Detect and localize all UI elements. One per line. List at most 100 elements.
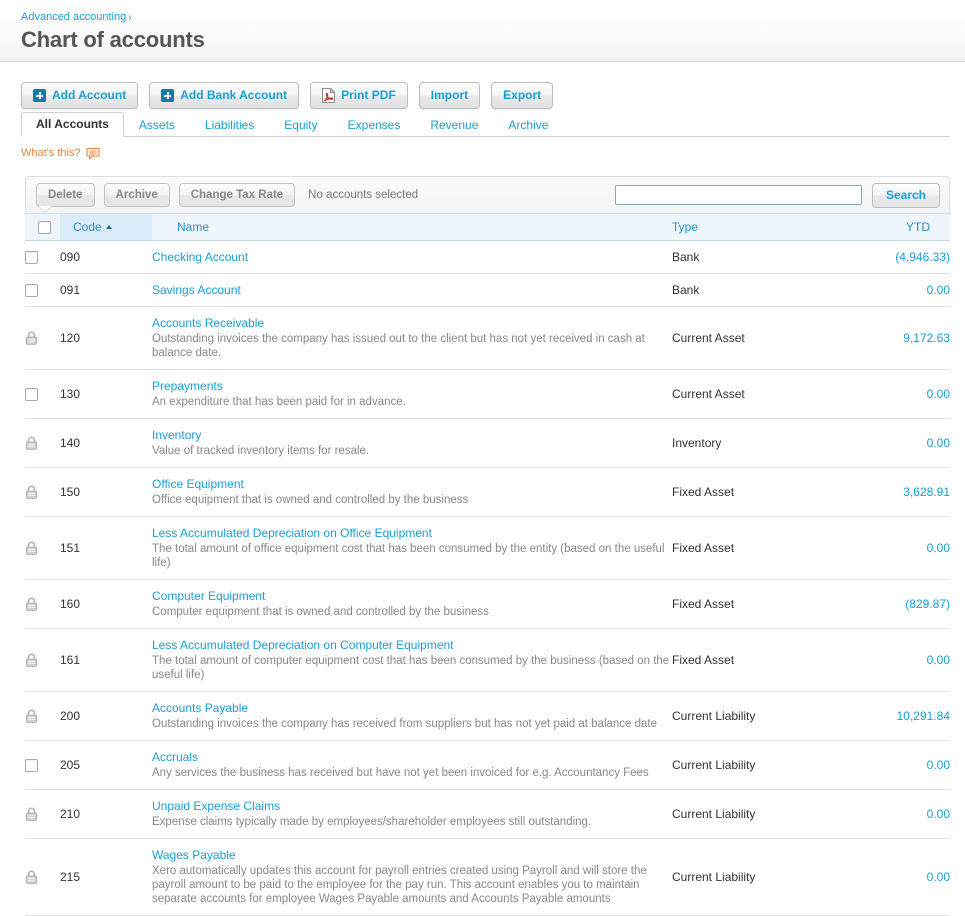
- cell-ytd[interactable]: 0.00: [832, 790, 950, 839]
- lock-icon: [25, 485, 60, 499]
- account-description: The total amount of computer equipment c…: [152, 654, 672, 682]
- print-pdf-button[interactable]: Print PDF: [310, 82, 408, 109]
- row-select-checkbox[interactable]: [25, 284, 38, 297]
- cell-ytd[interactable]: 0.00: [832, 629, 950, 692]
- cell-name: Accounts ReceivableOutstanding invoices …: [152, 307, 672, 370]
- column-header-code[interactable]: Code: [60, 214, 152, 241]
- column-header-ytd[interactable]: YTD: [832, 214, 950, 241]
- account-name-link[interactable]: Accounts Payable: [152, 701, 248, 715]
- cell-ytd[interactable]: 9,172.63: [832, 307, 950, 370]
- cell-ytd[interactable]: 0.00: [832, 741, 950, 790]
- lock-icon-svg: [25, 597, 38, 611]
- cell-ytd[interactable]: 0.00: [832, 419, 950, 468]
- account-description: Office equipment that is owned and contr…: [152, 493, 672, 507]
- table-row: 160Computer EquipmentComputer equipment …: [25, 580, 950, 629]
- lock-icon-svg: [25, 436, 38, 450]
- lock-icon-svg: [25, 331, 38, 345]
- sort-ascending-icon: [106, 225, 112, 229]
- cell-ytd[interactable]: 10,291.84: [832, 692, 950, 741]
- cell-code: 215: [60, 839, 152, 916]
- whats-this-link[interactable]: What's this?: [21, 146, 100, 160]
- page-title: Chart of accounts: [21, 26, 965, 54]
- add-bank-account-button[interactable]: Add Bank Account: [149, 82, 299, 109]
- account-name-link[interactable]: Less Accumulated Depreciation on Office …: [152, 526, 432, 540]
- tab-archive[interactable]: Archive: [493, 113, 563, 137]
- lock-icon: [25, 597, 60, 611]
- tab-expenses[interactable]: Expenses: [333, 113, 416, 137]
- account-name-link[interactable]: Accounts Receivable: [152, 316, 264, 330]
- search-button[interactable]: Search: [872, 183, 940, 208]
- print-pdf-label: Print PDF: [341, 88, 396, 103]
- sorted-column-marker-icon: [38, 206, 52, 213]
- cell-code: 205: [60, 741, 152, 790]
- cell-type: Bank: [672, 241, 832, 274]
- account-description: The total amount of office equipment cos…: [152, 542, 672, 570]
- cell-ytd[interactable]: 0.00: [832, 370, 950, 419]
- add-account-button[interactable]: Add Account: [21, 82, 138, 109]
- table-row: 091Savings AccountBank0.00: [25, 274, 950, 307]
- account-name-link[interactable]: Less Accumulated Depreciation on Compute…: [152, 638, 454, 652]
- lock-icon: [25, 709, 60, 723]
- account-name-link[interactable]: Wages Payable: [152, 848, 236, 862]
- add-account-label: Add Account: [52, 88, 126, 103]
- cell-code: 160: [60, 580, 152, 629]
- cell-code: 091: [60, 274, 152, 307]
- row-lock-cell: [25, 839, 60, 916]
- row-select-cell: [25, 274, 60, 307]
- account-name-link[interactable]: Accruals: [152, 750, 198, 764]
- cell-ytd[interactable]: 0.00: [832, 839, 950, 916]
- account-name-link[interactable]: Unpaid Expense Claims: [152, 799, 280, 813]
- account-name-link[interactable]: Prepayments: [152, 379, 223, 393]
- cell-code: 210: [60, 790, 152, 839]
- column-header-name[interactable]: Name: [152, 214, 672, 241]
- archive-button[interactable]: Archive: [104, 183, 170, 207]
- account-name-link[interactable]: Savings Account: [152, 283, 241, 297]
- cell-ytd[interactable]: (829.87): [832, 580, 950, 629]
- account-name-link[interactable]: Checking Account: [152, 250, 248, 264]
- lock-icon-svg: [25, 870, 38, 884]
- tab-equity[interactable]: Equity: [269, 113, 332, 137]
- export-button[interactable]: Export: [491, 82, 553, 109]
- cell-ytd[interactable]: 0.00: [832, 274, 950, 307]
- cell-code: 151: [60, 517, 152, 580]
- account-name-link[interactable]: Inventory: [152, 428, 201, 442]
- row-select-checkbox[interactable]: [25, 251, 38, 264]
- whats-this-label: What's this?: [21, 146, 81, 160]
- tab-liabilities[interactable]: Liabilities: [190, 113, 269, 137]
- import-label: Import: [431, 88, 468, 103]
- search-input[interactable]: [615, 185, 862, 205]
- delete-button[interactable]: Delete: [36, 183, 95, 207]
- lock-icon: [25, 436, 60, 450]
- row-select-checkbox[interactable]: [25, 759, 38, 772]
- export-label: Export: [503, 88, 541, 103]
- lock-icon: [25, 541, 60, 555]
- cell-name: Computer EquipmentComputer equipment tha…: [152, 580, 672, 629]
- tab-revenue[interactable]: Revenue: [415, 113, 493, 137]
- cell-ytd[interactable]: 0.00: [832, 517, 950, 580]
- tab-list: All Accounts Assets Liabilities Equity E…: [21, 114, 950, 137]
- select-all-checkbox[interactable]: [38, 221, 51, 234]
- row-select-checkbox[interactable]: [25, 388, 38, 401]
- row-lock-cell: [25, 517, 60, 580]
- cell-name: Savings Account: [152, 274, 672, 307]
- import-button[interactable]: Import: [419, 82, 480, 109]
- tab-all-accounts[interactable]: All Accounts: [21, 112, 124, 137]
- cell-ytd[interactable]: 3,628.91: [832, 468, 950, 517]
- row-lock-cell: [25, 629, 60, 692]
- cell-type: Current Liability: [672, 741, 832, 790]
- cell-name: Checking Account: [152, 241, 672, 274]
- cell-code: 090: [60, 241, 152, 274]
- breadcrumb-separator-icon: ›: [128, 12, 131, 23]
- account-name-link[interactable]: Computer Equipment: [152, 589, 265, 603]
- cell-code: 130: [60, 370, 152, 419]
- account-name-link[interactable]: Office Equipment: [152, 477, 244, 491]
- breadcrumb-link-advanced-accounting[interactable]: Advanced accounting: [21, 11, 126, 23]
- cell-name: Accounts PayableOutstanding invoices the…: [152, 692, 672, 741]
- cell-type: Fixed Asset: [672, 468, 832, 517]
- table-row: 200Accounts PayableOutstanding invoices …: [25, 692, 950, 741]
- change-tax-rate-button[interactable]: Change Tax Rate: [179, 183, 295, 207]
- cell-ytd[interactable]: (4,946.33): [832, 241, 950, 274]
- tab-assets[interactable]: Assets: [124, 113, 190, 137]
- column-header-type[interactable]: Type: [672, 214, 832, 241]
- row-lock-cell: [25, 790, 60, 839]
